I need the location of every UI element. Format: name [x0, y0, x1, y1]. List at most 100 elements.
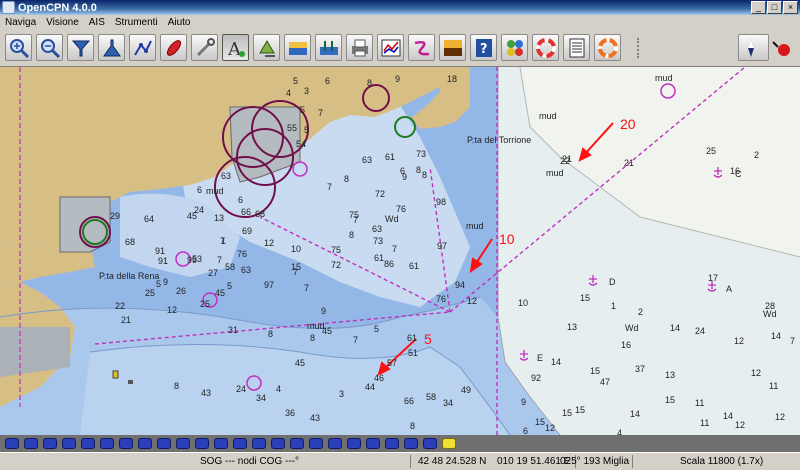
depth-label: 7	[220, 236, 225, 246]
chart-quilt-key[interactable]	[328, 438, 342, 449]
menu-ais[interactable]: AIS	[84, 17, 110, 28]
compass-button[interactable]	[738, 34, 769, 61]
depth-label: 7	[293, 267, 298, 277]
depth-label: 9	[395, 74, 400, 84]
minimize-button[interactable]: _	[751, 1, 766, 14]
chart-quilt-key[interactable]	[195, 438, 209, 449]
menu-strumenti[interactable]: Strumenti	[110, 17, 163, 28]
depth-label: 54	[296, 139, 306, 149]
chart-quilt-key[interactable]	[5, 438, 19, 449]
chart-quilt-key[interactable]	[366, 438, 380, 449]
window-title: OpenCPN 4.0.0	[18, 1, 97, 14]
chart-quilt-key[interactable]	[271, 438, 285, 449]
depth-label: 5	[156, 279, 161, 289]
depth-label: 63	[372, 224, 382, 234]
lifebuoy-button[interactable]	[594, 34, 621, 61]
mob-button[interactable]	[532, 34, 559, 61]
depth-label: 29	[110, 211, 120, 221]
route-button[interactable]	[129, 34, 156, 61]
compass-icon	[748, 39, 754, 57]
chart-quilt-key[interactable]	[423, 438, 437, 449]
chart-quilt-key[interactable]	[176, 438, 190, 449]
chart-quilt-key[interactable]	[157, 438, 171, 449]
chart-quilt-key[interactable]	[404, 438, 418, 449]
chart-quilt-key[interactable]	[62, 438, 76, 449]
nautical-chart[interactable]: 5 6 3 4 5 7 8 9 18 mud 55 5 54 63 61 6 73 8 9 8 mud P.ta del …	[0, 67, 800, 435]
zoom-out-button[interactable]	[36, 34, 63, 61]
status-separator	[632, 455, 633, 468]
track-button[interactable]	[160, 34, 187, 61]
chart-quilt-key[interactable]	[233, 438, 247, 449]
chart-quilt-key[interactable]	[347, 438, 361, 449]
depth-label: 11	[769, 381, 778, 391]
depth-label: 4	[276, 384, 281, 394]
chart-quilt-key[interactable]	[43, 438, 57, 449]
layers-button[interactable]	[501, 34, 528, 61]
depth-label: 8	[344, 174, 349, 184]
chart-quilt-key[interactable]	[442, 438, 456, 449]
depth-label: 34	[443, 398, 453, 408]
tide-button[interactable]	[284, 34, 311, 61]
log-button[interactable]	[563, 34, 590, 61]
text-icon: A	[227, 39, 245, 59]
depth-label: 24	[194, 205, 204, 215]
depth-label: 12	[734, 336, 744, 346]
print-button[interactable]	[346, 34, 373, 61]
chart-quilt-key[interactable]	[24, 438, 38, 449]
color-scheme-button[interactable]	[439, 34, 466, 61]
maximize-button[interactable]: □	[767, 1, 782, 14]
tide-icon	[289, 42, 307, 55]
buoy-marker-2	[128, 380, 133, 384]
chart-quilt-key[interactable]	[309, 438, 323, 449]
printer-icon	[352, 39, 368, 57]
wrench-icon	[196, 38, 215, 57]
follow-button[interactable]	[253, 34, 280, 61]
depth-label: 75	[331, 245, 341, 255]
toolbar: A ?	[0, 30, 800, 67]
depth-label: 86	[384, 259, 394, 269]
depth-label: C	[735, 169, 742, 179]
menu-naviga[interactable]: Naviga	[0, 17, 41, 28]
depth-label: 47	[600, 377, 610, 387]
depth-label: 61	[374, 253, 384, 263]
help-button[interactable]: ?	[470, 34, 497, 61]
scale-out-button[interactable]	[98, 34, 125, 61]
depth-label: mud	[466, 221, 484, 231]
depth-label: 12	[264, 238, 274, 248]
depth-label: 12	[545, 423, 555, 433]
depth-label: 7	[353, 335, 358, 345]
depth-label: 15	[575, 405, 585, 415]
toolbar-grip[interactable]	[637, 38, 642, 58]
ais-button[interactable]	[377, 34, 404, 61]
depth-label: 15	[535, 417, 545, 427]
menu-visione[interactable]: Visione	[41, 17, 84, 28]
depth-label: 46	[374, 373, 384, 383]
depth-label: 5	[227, 281, 232, 291]
depth-label: 13	[214, 213, 224, 223]
bearing-distance-readout: 025° 193 Miglia	[560, 456, 630, 467]
depth-label: 16	[621, 340, 631, 350]
chart-quilt-key[interactable]	[214, 438, 228, 449]
depth-label: 7	[327, 182, 332, 192]
chart-quilt-key[interactable]	[385, 438, 399, 449]
depth-label: 6	[197, 185, 202, 195]
chart-quilt-key[interactable]	[81, 438, 95, 449]
zoom-in-button[interactable]	[5, 34, 32, 61]
scale-in-button[interactable]	[67, 34, 94, 61]
depth-label: mud	[546, 168, 564, 178]
chart-quilt-key[interactable]	[119, 438, 133, 449]
chart-quilt-key[interactable]	[252, 438, 266, 449]
menu-aiuto[interactable]: Aiuto	[163, 17, 196, 28]
close-button[interactable]: ×	[783, 1, 798, 14]
depth-label: Wd	[625, 323, 639, 333]
depth-label: 11	[700, 418, 709, 428]
boat-icon	[166, 40, 182, 56]
chart-quilt-key[interactable]	[290, 438, 304, 449]
text-button[interactable]: A	[222, 34, 249, 61]
settings-button[interactable]	[191, 34, 218, 61]
depth-label: 9	[321, 306, 326, 316]
chart-quilt-key[interactable]	[138, 438, 152, 449]
chart-quilt-key[interactable]	[100, 438, 114, 449]
current-button[interactable]	[315, 34, 342, 61]
route-manager-button[interactable]	[408, 34, 435, 61]
